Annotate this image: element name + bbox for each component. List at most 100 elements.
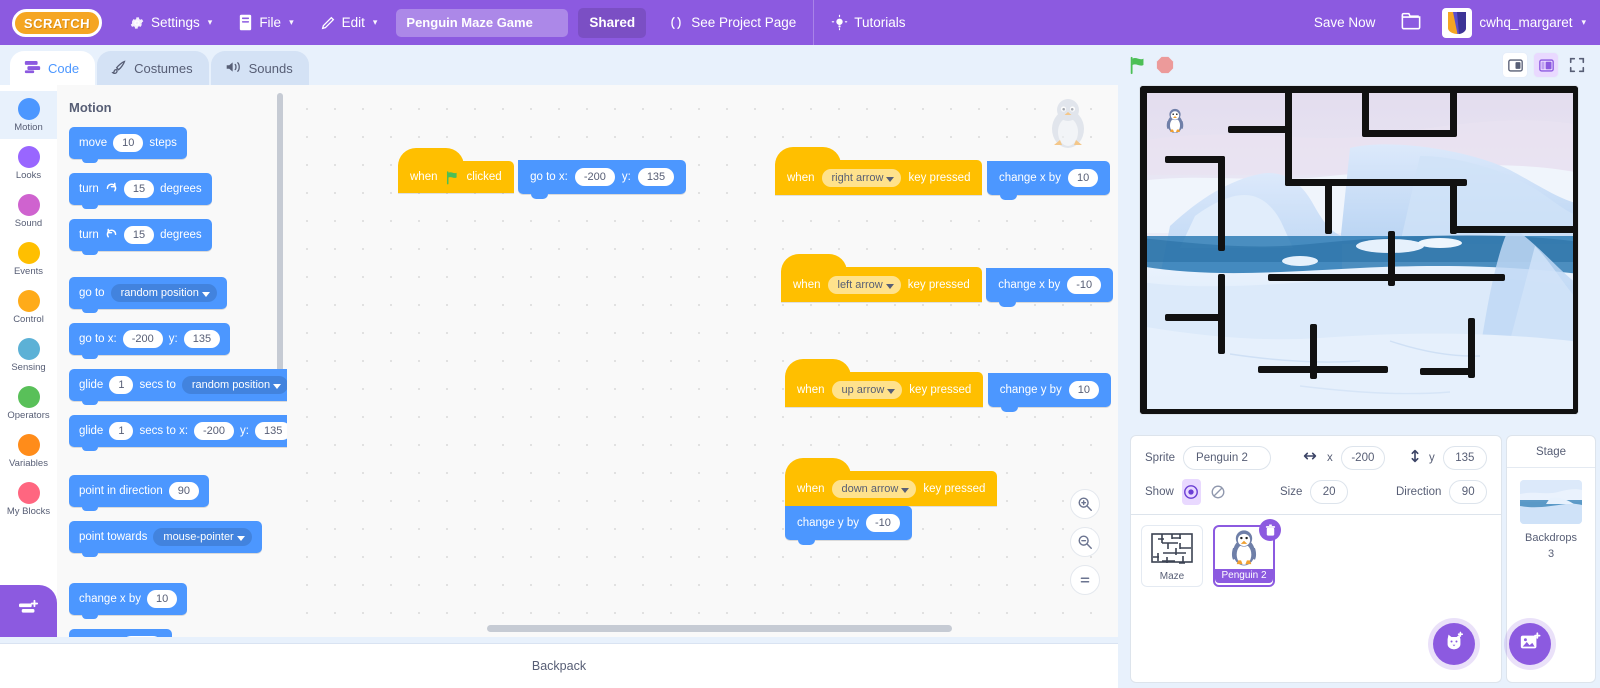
number-input[interactable]: 135 <box>637 168 675 186</box>
number-input[interactable]: 15 <box>123 180 155 198</box>
stop-button[interactable] <box>1156 56 1174 74</box>
hat-block-when-flag-clicked[interactable]: when clicked <box>398 147 514 193</box>
dropdown[interactable]: random position <box>181 376 287 394</box>
x-input[interactable]: -200 <box>1340 445 1385 470</box>
zoom-reset-button[interactable] <box>1070 565 1100 595</box>
category-sensing[interactable]: Sensing <box>0 331 57 379</box>
palette-block-go-to[interactable]: go to random position <box>69 277 287 313</box>
number-input[interactable]: 15 <box>123 226 155 244</box>
script-when-left-arrow-pressed[interactable]: when left arrow key pressed change x by … <box>781 254 1114 307</box>
key-dropdown[interactable]: left arrow <box>827 276 901 294</box>
stack-block-change-y-by[interactable]: change y by -10 <box>785 506 912 545</box>
hat-block-when-key-pressed[interactable]: when left arrow key pressed <box>781 254 982 302</box>
category-control[interactable]: Control <box>0 283 57 331</box>
number-input[interactable]: 90 <box>168 482 199 500</box>
category-looks[interactable]: Looks <box>0 139 57 187</box>
script-canvas[interactable]: when clicked go to x: -200 y: 135 when r… <box>287 85 1118 637</box>
tab-code[interactable]: Code <box>10 51 96 85</box>
number-input[interactable]: 10 <box>1068 381 1100 399</box>
palette-block-point-in-direction[interactable]: point in direction 90 <box>69 475 287 511</box>
hat-block-when-key-pressed[interactable]: when down arrow key pressed <box>785 458 998 506</box>
key-dropdown[interactable]: right arrow <box>821 169 902 187</box>
palette-block-glide-to-xy[interactable]: glide 1 secs to x: -200 y: 135 <box>69 415 287 451</box>
palette-block-turn-right[interactable]: turn 15 degrees <box>69 173 287 209</box>
add-sprite-button[interactable] <box>1433 623 1475 665</box>
category-my-blocks[interactable]: My Blocks <box>0 475 57 523</box>
large-stage-button[interactable] <box>1533 52 1559 78</box>
palette-block-glide-to[interactable]: glide 1 secs to random position <box>69 369 287 405</box>
category-operators[interactable]: Operators <box>0 379 57 427</box>
key-dropdown[interactable]: down arrow <box>831 480 917 498</box>
show-hidden-button[interactable] <box>1209 479 1228 505</box>
sprite-card-penguin-2[interactable]: Penguin 2 <box>1213 519 1281 587</box>
my-stuff-button[interactable] <box>1388 11 1434 35</box>
hat-block-when-key-pressed[interactable]: when right arrow key pressed <box>775 147 983 195</box>
palette-block-change-x-by[interactable]: change x by 10 <box>69 583 287 619</box>
small-stage-button[interactable] <box>1502 52 1528 78</box>
stack-block-change-x-by[interactable]: change x by 10 <box>986 161 1111 200</box>
stage-canvas[interactable] <box>1139 85 1579 415</box>
add-backdrop-button[interactable] <box>1509 623 1551 665</box>
zoom-out-button[interactable] <box>1070 527 1100 557</box>
scratch-logo[interactable]: SCRATCH <box>11 8 103 37</box>
see-project-page-button[interactable]: See Project Page <box>654 0 809 45</box>
palette-block-move-steps[interactable]: move 10 steps <box>69 127 287 163</box>
palette-block-set-x-to[interactable]: set x to -200 <box>69 629 287 637</box>
number-input[interactable]: 10 <box>147 590 178 608</box>
sprite-name-input[interactable]: Penguin 2 <box>1183 445 1271 470</box>
category-events[interactable]: Events <box>0 235 57 283</box>
menu-file[interactable]: File ▾ <box>225 0 306 45</box>
green-flag-button[interactable] <box>1128 55 1148 75</box>
sprite-card-maze[interactable]: Maze <box>1141 525 1203 587</box>
number-input[interactable]: -200 <box>574 168 615 186</box>
shared-button[interactable]: Shared <box>578 7 647 38</box>
number-input[interactable]: -200 <box>194 422 235 440</box>
tab-costumes[interactable]: Costumes <box>97 51 209 85</box>
delete-sprite-button[interactable] <box>1259 519 1281 541</box>
menu-settings[interactable]: Settings ▾ <box>116 0 225 45</box>
number-input[interactable]: -200 <box>122 330 163 348</box>
number-input[interactable]: 10 <box>113 134 144 152</box>
dropdown[interactable]: mouse-pointer <box>153 528 252 546</box>
script-when-up-arrow-pressed[interactable]: when up arrow key pressed change y by 10 <box>785 359 1112 412</box>
number-input[interactable]: -10 <box>1067 276 1102 294</box>
canvas-horizontal-scrollbar[interactable] <box>487 625 952 632</box>
add-extension-button[interactable] <box>0 585 57 637</box>
number-input[interactable]: 135 <box>255 422 287 440</box>
script-when-right-arrow-pressed[interactable]: when right arrow key pressed change x by… <box>775 147 1111 200</box>
hat-block-when-key-pressed[interactable]: when up arrow key pressed <box>785 359 984 407</box>
y-input[interactable]: 135 <box>1442 445 1487 470</box>
palette-scrollbar[interactable] <box>277 93 283 393</box>
stack-block-change-x-by[interactable]: change x by -10 <box>986 268 1114 307</box>
penguin-sprite[interactable] <box>1164 108 1186 139</box>
block-palette[interactable]: Motion move 10 steps turn 15 degrees tur… <box>57 85 287 637</box>
fullscreen-button[interactable] <box>1564 52 1590 78</box>
key-dropdown[interactable]: up arrow <box>831 381 903 399</box>
script-when-down-arrow-pressed[interactable]: when down arrow key pressed change y by … <box>785 458 1118 545</box>
palette-block-go-to-xy[interactable]: go to x: -200 y: 135 <box>69 323 287 359</box>
backpack-bar[interactable]: Backpack <box>0 643 1118 688</box>
number-input[interactable]: 10 <box>1067 169 1099 187</box>
category-sound[interactable]: Sound <box>0 187 57 235</box>
palette-block-turn-left[interactable]: turn 15 degrees <box>69 219 287 255</box>
number-input[interactable]: 1 <box>109 422 134 440</box>
save-now-button[interactable]: Save Now <box>1301 0 1389 45</box>
script-when-flag-clicked[interactable]: when clicked go to x: -200 y: 135 <box>398 147 687 199</box>
show-visible-button[interactable] <box>1181 478 1201 505</box>
size-input[interactable]: 20 <box>1310 479 1348 504</box>
menu-edit[interactable]: Edit ▾ <box>307 0 391 45</box>
stack-block-change-y-by[interactable]: change y by 10 <box>987 373 1112 412</box>
number-input[interactable]: 135 <box>183 330 221 348</box>
tab-sounds[interactable]: Sounds <box>210 51 309 85</box>
palette-block-point-towards[interactable]: point towards mouse-pointer <box>69 521 287 557</box>
number-input[interactable]: -10 <box>866 514 900 532</box>
zoom-in-button[interactable] <box>1070 489 1100 519</box>
tutorials-button[interactable]: Tutorials <box>818 0 918 45</box>
direction-input[interactable]: 90 <box>1449 479 1488 504</box>
category-motion[interactable]: Motion <box>0 91 57 139</box>
project-title-input[interactable] <box>396 8 569 37</box>
stack-block-go-to-xy[interactable]: go to x: -200 y: 135 <box>518 160 687 199</box>
dropdown[interactable]: random position <box>110 284 217 302</box>
number-input[interactable]: 1 <box>109 376 134 394</box>
category-variables[interactable]: Variables <box>0 427 57 475</box>
